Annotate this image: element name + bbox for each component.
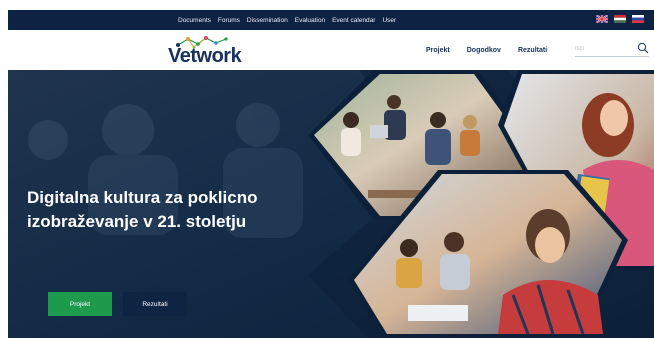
slovenia-flag-icon[interactable]	[632, 15, 644, 23]
search-box	[575, 42, 649, 57]
site-logo[interactable]: Vetwork	[168, 35, 242, 67]
top-utility-bar: Documents Forums Dissemination Evaluatio…	[8, 10, 654, 30]
rezultati-button[interactable]: Rezultati	[123, 292, 187, 316]
nav-rezultati[interactable]: Rezultati	[518, 47, 547, 54]
hero-title: Digitalna kultura za poklicno izobraževa…	[27, 186, 327, 234]
logo-wordmark: Vetwork	[168, 45, 242, 67]
hero-banner: Digitalna kultura za poklicno izobraževa…	[8, 70, 654, 338]
projekt-button[interactable]: Projekt	[48, 292, 112, 316]
top-nav: Documents Forums Dissemination Evaluatio…	[178, 10, 396, 30]
nav-dogodkov[interactable]: Dogodkov	[467, 47, 501, 54]
top-nav-evaluation[interactable]: Evaluation	[295, 17, 325, 24]
main-header: Vetwork Projekt Dogodkov Rezultati	[8, 30, 654, 70]
top-nav-documents[interactable]: Documents	[178, 17, 211, 24]
search-icon[interactable]	[637, 42, 649, 54]
page: Documents Forums Dissemination Evaluatio…	[0, 0, 654, 338]
top-nav-dissemination[interactable]: Dissemination	[247, 17, 288, 24]
search-input[interactable]	[575, 43, 631, 55]
main-nav: Projekt Dogodkov Rezultati	[426, 30, 547, 70]
hero-title-line-1: Digitalna kultura za poklicno	[27, 188, 258, 207]
language-switcher	[596, 15, 644, 23]
top-nav-user[interactable]: User	[382, 17, 396, 24]
nav-projekt[interactable]: Projekt	[426, 47, 450, 54]
hungary-flag-icon[interactable]	[614, 15, 626, 23]
top-nav-forums[interactable]: Forums	[218, 17, 240, 24]
uk-flag-icon[interactable]	[596, 15, 608, 23]
hero-title-line-2: izobraževanje v 21. stoletju	[27, 212, 247, 231]
top-nav-event-calendar[interactable]: Event calendar	[332, 17, 375, 24]
